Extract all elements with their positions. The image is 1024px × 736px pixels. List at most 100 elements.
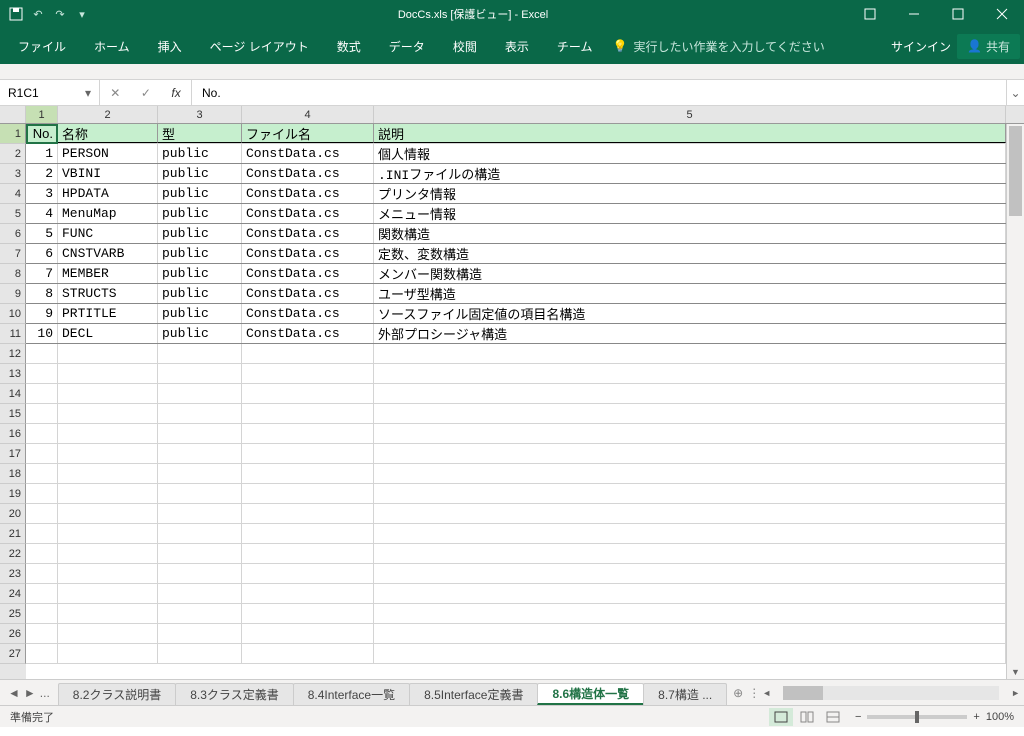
cell[interactable]: ConstData.cs (242, 264, 374, 283)
redo-icon[interactable]: ↷ (52, 6, 68, 22)
formula-input[interactable]: No. (192, 80, 1006, 105)
cell[interactable] (242, 424, 374, 443)
cell[interactable]: ConstData.cs (242, 184, 374, 203)
cell[interactable] (26, 544, 58, 563)
cell[interactable]: 8 (26, 284, 58, 303)
cell[interactable] (374, 644, 1006, 663)
cell[interactable] (26, 604, 58, 623)
cell[interactable] (242, 444, 374, 463)
hscroll-track[interactable] (783, 686, 999, 700)
cell[interactable] (58, 444, 158, 463)
cell[interactable] (58, 564, 158, 583)
zoom-slider[interactable] (867, 715, 967, 719)
name-box-dropdown-icon[interactable]: ▾ (85, 86, 91, 100)
sheet-tab[interactable]: 8.4Interface一覧 (293, 683, 410, 705)
column-header[interactable]: 2 (58, 106, 158, 123)
cell[interactable]: public (158, 244, 242, 263)
cell[interactable] (242, 464, 374, 483)
cell[interactable] (374, 404, 1006, 423)
cell[interactable] (242, 404, 374, 423)
cell[interactable] (158, 584, 242, 603)
cell[interactable] (242, 344, 374, 363)
cell[interactable]: public (158, 224, 242, 243)
cell[interactable]: ソースファイル固定値の項目名構造 (374, 304, 1006, 323)
cell[interactable]: メニュー情報 (374, 204, 1006, 223)
cell[interactable]: 2 (26, 164, 58, 183)
row-header[interactable]: 9 (0, 284, 26, 304)
cell[interactable] (158, 404, 242, 423)
cell[interactable] (374, 604, 1006, 623)
cell[interactable]: ConstData.cs (242, 304, 374, 323)
cell[interactable] (58, 364, 158, 383)
cell[interactable]: 型 (158, 124, 242, 143)
cell[interactable] (242, 504, 374, 523)
scroll-down-icon[interactable]: ▼ (1007, 665, 1024, 679)
cell[interactable] (26, 504, 58, 523)
cell[interactable] (242, 384, 374, 403)
tab-review[interactable]: 校閲 (439, 28, 491, 64)
cell[interactable]: HPDATA (58, 184, 158, 203)
cell[interactable] (242, 564, 374, 583)
sheet-tab[interactable]: 8.6構造体一覧 (537, 683, 644, 705)
tab-formulas[interactable]: 数式 (323, 28, 375, 64)
cell[interactable]: ユーザ型構造 (374, 284, 1006, 303)
cell[interactable]: DECL (58, 324, 158, 343)
ribbon-options-icon[interactable] (848, 0, 892, 28)
cell[interactable] (26, 484, 58, 503)
cell[interactable]: No. (26, 124, 58, 143)
cell[interactable] (58, 504, 158, 523)
cell[interactable]: STRUCTS (58, 284, 158, 303)
cell[interactable] (158, 384, 242, 403)
cell[interactable] (26, 624, 58, 643)
sheet-tab[interactable]: 8.7構造 ... (643, 683, 727, 705)
cell[interactable] (158, 544, 242, 563)
cell[interactable]: 6 (26, 244, 58, 263)
minimize-button[interactable] (892, 0, 936, 28)
cell[interactable] (374, 444, 1006, 463)
cell[interactable] (58, 384, 158, 403)
cell-area[interactable]: No.名称型ファイル名説明1PERSONpublicConstData.cs個人… (26, 124, 1006, 679)
cell[interactable]: 9 (26, 304, 58, 323)
cell[interactable] (242, 624, 374, 643)
tab-data[interactable]: データ (375, 28, 439, 64)
cell[interactable]: 説明 (374, 124, 1006, 143)
cell[interactable] (374, 464, 1006, 483)
row-header[interactable]: 5 (0, 204, 26, 224)
cell[interactable]: MenuMap (58, 204, 158, 223)
cell[interactable]: public (158, 284, 242, 303)
cell[interactable]: PRTITLE (58, 304, 158, 323)
cell[interactable]: ConstData.cs (242, 324, 374, 343)
row-header[interactable]: 10 (0, 304, 26, 324)
cell[interactable]: ConstData.cs (242, 224, 374, 243)
cell[interactable] (26, 364, 58, 383)
row-header[interactable]: 7 (0, 244, 26, 264)
cell[interactable] (242, 644, 374, 663)
cell[interactable]: public (158, 324, 242, 343)
cell[interactable] (26, 444, 58, 463)
tab-file[interactable]: ファイル (4, 28, 80, 64)
row-header[interactable]: 12 (0, 344, 26, 364)
row-header[interactable]: 26 (0, 624, 26, 644)
hscroll-thumb[interactable] (783, 686, 823, 700)
maximize-button[interactable] (936, 0, 980, 28)
row-header[interactable]: 4 (0, 184, 26, 204)
cell[interactable] (26, 384, 58, 403)
cell[interactable]: CNSTVARB (58, 244, 158, 263)
cell[interactable] (374, 584, 1006, 603)
tell-me[interactable]: 💡 実行したい作業を入力してください (612, 38, 824, 55)
cell[interactable] (374, 384, 1006, 403)
hscroll-left-icon[interactable]: ◄ (762, 688, 771, 698)
select-all-corner[interactable] (0, 106, 26, 123)
cell[interactable] (26, 424, 58, 443)
cell[interactable]: ConstData.cs (242, 284, 374, 303)
cell[interactable] (374, 564, 1006, 583)
cell[interactable] (58, 644, 158, 663)
cell[interactable]: 外部プロシージャ構造 (374, 324, 1006, 343)
cell[interactable] (26, 524, 58, 543)
sign-in-link[interactable]: サインイン (891, 38, 951, 55)
cell[interactable]: 7 (26, 264, 58, 283)
cell[interactable]: プリンタ情報 (374, 184, 1006, 203)
cell[interactable] (374, 624, 1006, 643)
cell[interactable] (158, 464, 242, 483)
horizontal-scrollbar[interactable]: ◄ ► (758, 680, 1024, 705)
